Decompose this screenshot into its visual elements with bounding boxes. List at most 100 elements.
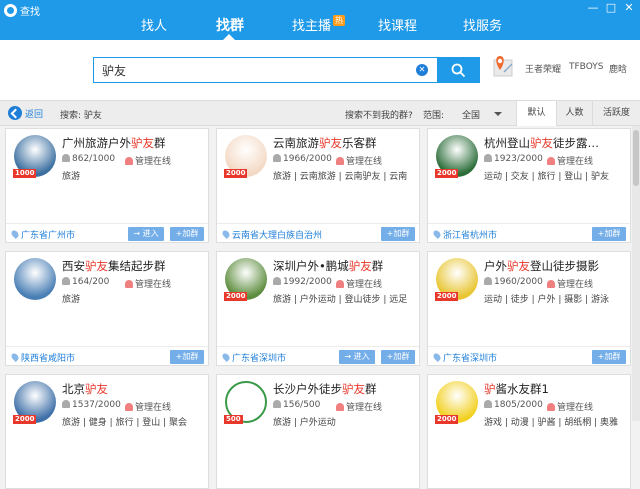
group-name[interactable]: 西安驴友集结起步群 (62, 258, 204, 274)
group-name-suffix: 登山徒步摄影 (530, 259, 599, 273)
group-name[interactable]: 驴酱水友群1 (484, 381, 626, 397)
sort-members-tab[interactable]: 人数 (556, 101, 592, 126)
group-name-suffix: 集结起步群 (108, 259, 166, 273)
join-group-button[interactable]: +加群 (170, 227, 204, 241)
group-card[interactable]: 2000 深圳户外•鹏城驴友群 1992/2000 管理在线 旅游 | 户外运动 | 登… (216, 251, 420, 366)
group-level-badge: 2000 (13, 415, 37, 424)
member-count-text: 1960/2000 (494, 277, 543, 287)
sort-activity-tab[interactable]: 活跃度 (592, 101, 640, 126)
enter-group-button[interactable]: → 进入 (339, 350, 375, 364)
member-count: 1537/2000 (62, 400, 121, 410)
not-found-link[interactable]: 搜索不到我的群? (345, 108, 413, 121)
back-button[interactable]: 返回 (8, 106, 43, 120)
search-query-label: 搜索: 驴友 (60, 111, 102, 121)
group-tags: 旅游 | 云南旅游 | 云南驴友 | 云南 (273, 172, 408, 182)
hot-search-3[interactable]: 鹿晗 (609, 62, 627, 75)
tab-find-groups[interactable]: 找群 (216, 15, 244, 35)
hot-search-1[interactable]: 王者荣耀 (525, 62, 561, 75)
manager-status: 管理在线 (125, 277, 171, 290)
manager-status: 管理在线 (125, 400, 171, 413)
location-pin-icon (432, 229, 442, 239)
manager-status-text: 管理在线 (135, 157, 172, 167)
member-count-text: 1923/2000 (494, 154, 543, 164)
location-pin-icon (10, 229, 20, 239)
group-name-prefix: 杭州登山 (484, 136, 530, 150)
group-name[interactable]: 广州旅游户外驴友群 (62, 135, 204, 151)
group-level-badge: 2000 (435, 415, 459, 424)
group-card[interactable]: 2000 驴酱水友群1 1805/2000 管理在线 游戏 | 动漫 | 驴酱 | 胡纸… (427, 374, 631, 489)
search-button[interactable] (437, 57, 480, 83)
group-card[interactable]: 500 长沙户外徒步驴友群 156/500 管理在线 旅游 | 户外运动 (216, 374, 420, 489)
tab-find-people[interactable]: 找人 (141, 15, 167, 34)
manager-status-text: 管理在线 (557, 280, 594, 290)
location-text: 广东省深圳市 (232, 354, 287, 364)
group-level-badge: 2000 (435, 169, 459, 178)
filter-bar: 返回 搜索: 驴友 搜索不到我的群? 范围: 全国 默认 人数 活跃度 (0, 100, 640, 126)
location-text: 陕西省咸阳市 (21, 354, 76, 364)
location-pin-icon (221, 352, 231, 362)
members-icon (62, 400, 70, 408)
join-group-button[interactable]: +加群 (170, 350, 204, 364)
scrollbar[interactable] (632, 126, 640, 421)
tab-find-services[interactable]: 找服务 (463, 15, 502, 34)
group-avatar[interactable] (14, 258, 56, 300)
member-count-text: 156/500 (283, 400, 321, 410)
group-card[interactable]: 西安驴友集结起步群 164/200 管理在线 旅游 陕西省咸阳市 +加群 (5, 251, 209, 366)
group-name-prefix: 广州旅游户外 (62, 136, 131, 150)
card-footer: 广东省深圳市 +加群 (428, 346, 630, 366)
group-level-badge: 2000 (435, 292, 459, 301)
join-group-button[interactable]: +加群 (592, 350, 626, 364)
member-count: 1923/2000 (484, 154, 543, 164)
title-bar: 查找 — □ ✕ 找人 找群 找主播热 找课程 找服务 (0, 0, 640, 40)
sort-default-tab[interactable]: 默认 (516, 101, 556, 126)
group-name[interactable]: 长沙户外徒步驴友群 (273, 381, 415, 397)
group-location: 广东省深圳市 (221, 351, 287, 364)
scope-dropdown[interactable]: 全国 (450, 105, 506, 122)
group-name-suffix: 群 (365, 382, 377, 396)
join-group-button[interactable]: +加群 (381, 350, 415, 364)
manager-icon (125, 157, 133, 165)
maximize-button[interactable]: □ (602, 0, 620, 16)
scrollbar-thumb[interactable] (633, 130, 639, 186)
search-input[interactable] (94, 58, 394, 82)
member-count-text: 1992/2000 (283, 277, 332, 287)
manager-status-text: 管理在线 (557, 157, 594, 167)
join-group-button[interactable]: +加群 (381, 227, 415, 241)
group-level-badge: 2000 (224, 169, 248, 178)
group-name-prefix: 西安 (62, 259, 85, 273)
group-card[interactable]: 2000 杭州登山驴友徒步露… 1923/2000 管理在线 运动 | 交友 | 旅行 … (427, 128, 631, 243)
group-name[interactable]: 杭州登山驴友徒步露… (484, 135, 626, 151)
group-card[interactable]: 2000 云南旅游驴友乐客群 1966/2000 管理在线 旅游 | 云南旅游 | 云南… (216, 128, 420, 243)
group-tags: 旅游 | 健身 | 旅行 | 登山 | 聚会 (62, 418, 188, 428)
tab-find-streamers[interactable]: 找主播热 (292, 15, 346, 34)
enter-group-button[interactable]: → 进入 (128, 227, 164, 241)
scope-value: 全国 (462, 111, 481, 121)
close-button[interactable]: ✕ (620, 0, 638, 16)
group-card[interactable]: 2000 北京驴友 1537/2000 管理在线旅游 | 健身 | 旅行 | 登山 |… (5, 374, 209, 489)
group-name-keyword: 驴友 (85, 259, 108, 273)
group-name[interactable]: 深圳户外•鹏城驴友群 (273, 258, 415, 274)
group-name-keyword: 驴友 (507, 259, 530, 273)
group-card[interactable]: 2000 户外驴友登山徒步摄影 1960/2000 管理在线 运动 | 徒步 | 户外 … (427, 251, 631, 366)
group-card[interactable]: 1000 广州旅游户外驴友群 862/1000 管理在线 旅游 广东省广州市 → 进入 +加群 (5, 128, 209, 243)
map-location-icon[interactable] (492, 54, 514, 82)
group-name[interactable]: 户外驴友登山徒步摄影 (484, 258, 626, 274)
window-title-text: 查找 (20, 7, 40, 18)
group-name[interactable]: 北京驴友 (62, 381, 204, 397)
tab-find-courses[interactable]: 找课程 (378, 15, 417, 34)
minimize-button[interactable]: — (584, 0, 602, 16)
group-name[interactable]: 云南旅游驴友乐客群 (273, 135, 415, 151)
manager-status-text: 管理在线 (346, 280, 383, 290)
clear-search-icon[interactable]: ✕ (416, 64, 428, 76)
group-location: 广东省广州市 (10, 228, 75, 241)
hot-search-2[interactable]: TFBOYS (569, 62, 604, 72)
members-icon (273, 154, 281, 162)
manager-status: 管理在线 (547, 277, 593, 290)
card-footer: 陕西省咸阳市 +加群 (6, 346, 208, 366)
group-name-keyword: 驴友 (131, 136, 154, 150)
manager-status: 管理在线 (547, 400, 593, 413)
member-count-text: 862/1000 (72, 154, 116, 164)
group-name-prefix: 深圳户外•鹏城 (273, 259, 349, 273)
join-group-button[interactable]: +加群 (592, 227, 626, 241)
manager-status: 管理在线 (336, 277, 382, 290)
